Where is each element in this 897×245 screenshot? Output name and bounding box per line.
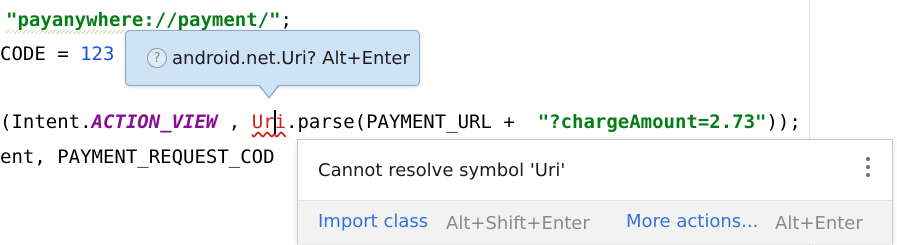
more-actions-shortcut: Alt+Enter: [775, 213, 863, 234]
unresolved-symbol-part: i: [274, 111, 287, 133]
hint-balloon-tail-fill: [259, 84, 279, 97]
error-popup: Cannot resolve symbol 'Uri' Import class…: [297, 139, 893, 244]
code-line-intent[interactable]: (Intent.ACTION_VIEW , Uri.parse(PAYMENT_…: [0, 110, 801, 134]
string-literal: "payanywhere://payment/": [6, 9, 281, 31]
string-literal: "?chargeAmount=2.73": [537, 111, 767, 133]
unresolved-symbol-part: Ur: [251, 111, 275, 133]
code-text: ,: [217, 111, 252, 133]
code-text: .parse(PAYMENT_URL +: [286, 111, 538, 133]
code-text: ;: [280, 9, 292, 31]
import-hint-text: android.net.Uri? Alt+Enter: [172, 47, 410, 69]
code-line-start-activity[interactable]: ent, PAYMENT_REQUEST_COD: [0, 145, 275, 169]
import-class-link[interactable]: Import class: [318, 211, 428, 232]
popup-actions-bar: Import class Alt+Shift+Enter More action…: [298, 200, 892, 244]
more-actions-link[interactable]: More actions...: [626, 211, 758, 232]
import-hint-balloon[interactable]: ? android.net.Uri? Alt+Enter: [125, 30, 420, 86]
code-text: ent, PAYMENT_REQUEST_COD: [0, 146, 275, 168]
code-line-request-code[interactable]: CODE = 123: [0, 42, 114, 66]
code-text: CODE =: [0, 43, 81, 65]
question-icon: ?: [147, 48, 167, 68]
import-class-shortcut: Alt+Shift+Enter: [446, 213, 590, 234]
error-message: Cannot resolve symbol 'Uri': [318, 160, 566, 181]
number-literal: 123: [80, 43, 115, 65]
code-text: (Intent.: [0, 111, 92, 133]
code-text: ));: [766, 111, 801, 133]
unresolved-symbol-uri[interactable]: Uri: [251, 110, 287, 134]
more-vertical-icon[interactable]: [865, 157, 871, 177]
constant-action-view: ACTION_VIEW: [91, 111, 218, 133]
code-line-payment-url[interactable]: "payanywhere://payment/";: [6, 8, 292, 32]
